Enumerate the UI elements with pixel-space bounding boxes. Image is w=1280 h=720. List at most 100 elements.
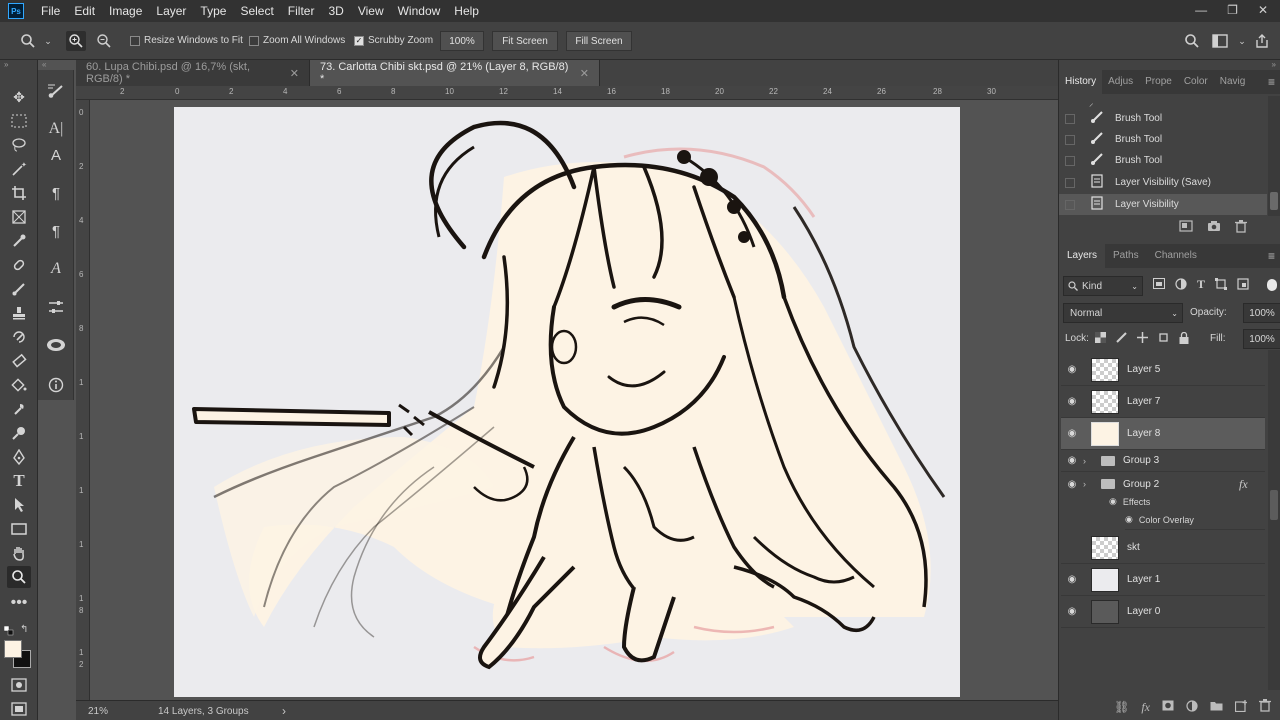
snapshot-checkbox[interactable] (1065, 134, 1075, 145)
snapshot-checkbox[interactable] (1065, 113, 1075, 124)
brush-settings-icon[interactable] (44, 80, 68, 102)
filter-shape-icon[interactable] (1215, 278, 1228, 293)
visibility-eye-icon[interactable]: ◉ (1061, 479, 1083, 490)
menu-window[interactable]: Window (391, 0, 448, 22)
chevron-down-icon[interactable]: ⌄ (38, 31, 58, 51)
link-layers-icon[interactable]: ⛓ (1114, 700, 1129, 714)
lock-position-icon[interactable] (1137, 332, 1148, 347)
add-style-icon[interactable]: fx (1141, 700, 1150, 715)
scrollbar-thumb[interactable] (1270, 192, 1278, 210)
visibility-eye-icon[interactable]: ◉ (1061, 606, 1083, 617)
zoom-out-icon[interactable] (94, 31, 114, 51)
properties-panel-icon[interactable] (44, 296, 68, 318)
crop-tool-icon[interactable] (7, 182, 31, 204)
fx-icon[interactable]: fx (1239, 477, 1248, 492)
glyphs-panel-icon[interactable]: A (44, 258, 68, 280)
chevron-down-icon[interactable]: ⌄ (1232, 31, 1252, 51)
snapshot-checkbox[interactable] (1065, 155, 1075, 166)
pen-tool-icon[interactable] (7, 446, 31, 468)
layer-row[interactable]: skt (1061, 532, 1265, 564)
scrubby-zoom-checkbox[interactable]: ✓ Scrubby Zoom (354, 35, 433, 46)
history-scrollbar[interactable] (1268, 96, 1280, 216)
new-document-from-state-icon[interactable] (1179, 220, 1193, 236)
eraser-icon[interactable] (7, 350, 31, 372)
more-tools-icon[interactable]: ••• (7, 592, 31, 614)
lasso-tool-icon[interactable] (7, 134, 31, 156)
menu-select[interactable]: Select (233, 0, 280, 22)
workspace-icon[interactable] (1210, 31, 1230, 51)
tab-layers[interactable]: Layers (1059, 244, 1106, 268)
close-icon[interactable]: ✕ (580, 67, 589, 80)
character-styles-icon[interactable]: A (44, 144, 68, 166)
menu-image[interactable]: Image (102, 0, 149, 22)
character-panel-icon[interactable]: A| (44, 118, 68, 140)
visibility-eye-icon[interactable]: ◉ (1061, 428, 1083, 439)
visibility-eye-icon[interactable]: ◉ (1125, 514, 1133, 525)
menu-layer[interactable]: Layer (149, 0, 193, 22)
delete-layer-icon[interactable] (1259, 699, 1271, 715)
add-mask-icon[interactable] (1162, 700, 1174, 714)
resize-windows-checkbox[interactable]: Resize Windows to Fit (130, 35, 243, 46)
menu-filter[interactable]: Filter (281, 0, 322, 22)
lock-pixels-icon[interactable] (1116, 332, 1127, 347)
rectangle-tool-icon[interactable] (7, 518, 31, 540)
expand-panels-icon[interactable]: « (42, 60, 46, 69)
close-icon[interactable]: ✕ (1258, 0, 1268, 20)
layer-row[interactable]: ◉ Layer 5 (1061, 354, 1265, 386)
hand-tool-icon[interactable] (7, 542, 31, 564)
group-row[interactable]: ◉ › Group 2 fx (1061, 472, 1265, 496)
history-item[interactable]: Brush Tool (1059, 129, 1267, 150)
tab-properties[interactable]: Prope (1139, 70, 1178, 94)
tab-navigator[interactable]: Navig (1214, 70, 1252, 94)
zoom-tool-preset-icon[interactable] (18, 31, 38, 51)
layer-row[interactable]: ◉ Layer 1 (1061, 564, 1265, 596)
tab-lupa-chibi[interactable]: 60. Lupa Chibi.psd @ 16,7% (skt, RGB/8) … (76, 60, 310, 86)
screen-mode-icon[interactable] (7, 698, 31, 720)
panel-menu-icon[interactable]: ≡ (1268, 70, 1275, 94)
clone-stamp-icon[interactable] (7, 302, 31, 324)
blend-mode-dropdown[interactable]: Normal ⌄ (1063, 303, 1183, 323)
visibility-eye-icon[interactable]: ◉ (1061, 396, 1083, 407)
tab-adjustments[interactable]: Adjus (1102, 70, 1139, 94)
creative-cloud-icon[interactable] (44, 334, 68, 356)
new-layer-icon[interactable] (1234, 699, 1247, 715)
layer-filter-dropdown[interactable]: Kind ⌄ (1063, 276, 1143, 296)
quick-mask-icon[interactable] (7, 674, 31, 696)
menu-file[interactable]: File (34, 0, 67, 22)
dodge-tool-icon[interactable] (7, 422, 31, 444)
swap-colors-icon[interactable]: ↰ (20, 624, 28, 635)
history-item[interactable]: Brush Tool (1059, 108, 1267, 129)
lock-artboard-icon[interactable] (1158, 332, 1169, 347)
layer-row-selected[interactable]: ◉ Layer 8 (1061, 418, 1265, 450)
smudge-tool-icon[interactable] (7, 398, 31, 420)
move-tool-icon[interactable]: ✥ (7, 86, 31, 108)
zoom-value-field[interactable]: 100% (440, 31, 484, 51)
restore-icon[interactable]: ❐ (1227, 0, 1238, 20)
visibility-eye-icon[interactable]: ◉ (1109, 496, 1117, 507)
history-item[interactable]: Layer Visibility (Save) (1059, 172, 1267, 193)
share-icon[interactable] (1252, 31, 1272, 51)
filter-type-icon[interactable]: T (1197, 278, 1205, 293)
visibility-eye-icon[interactable]: ◉ (1061, 574, 1083, 585)
eyedropper-icon[interactable] (7, 230, 31, 252)
type-tool-icon[interactable]: T (7, 470, 31, 492)
foreground-color-swatch[interactable] (4, 640, 22, 658)
menu-view[interactable]: View (351, 0, 391, 22)
lock-transparent-icon[interactable] (1095, 332, 1106, 347)
color-overlay-row[interactable]: ◉ Color Overlay (1125, 514, 1265, 530)
fit-screen-button[interactable]: Fit Screen (492, 31, 558, 51)
group-row[interactable]: ◉ › Group 3 (1061, 450, 1265, 472)
adjustment-layer-icon[interactable] (1186, 699, 1198, 715)
collapse-icon[interactable]: » (4, 60, 8, 69)
collapse-panels-icon[interactable]: » (1272, 60, 1276, 69)
layer-row[interactable]: ◉ Layer 7 (1061, 386, 1265, 418)
fill-screen-button[interactable]: Fill Screen (566, 31, 632, 51)
layers-scrollbar[interactable] (1268, 350, 1280, 690)
tab-paths[interactable]: Paths (1105, 244, 1147, 268)
fill-field[interactable]: 100% (1243, 329, 1280, 349)
zoom-in-icon[interactable] (66, 31, 86, 51)
menu-edit[interactable]: Edit (67, 0, 102, 22)
menu-type[interactable]: Type (193, 0, 233, 22)
tab-history[interactable]: History (1059, 70, 1103, 94)
lock-all-icon[interactable] (1179, 331, 1189, 347)
